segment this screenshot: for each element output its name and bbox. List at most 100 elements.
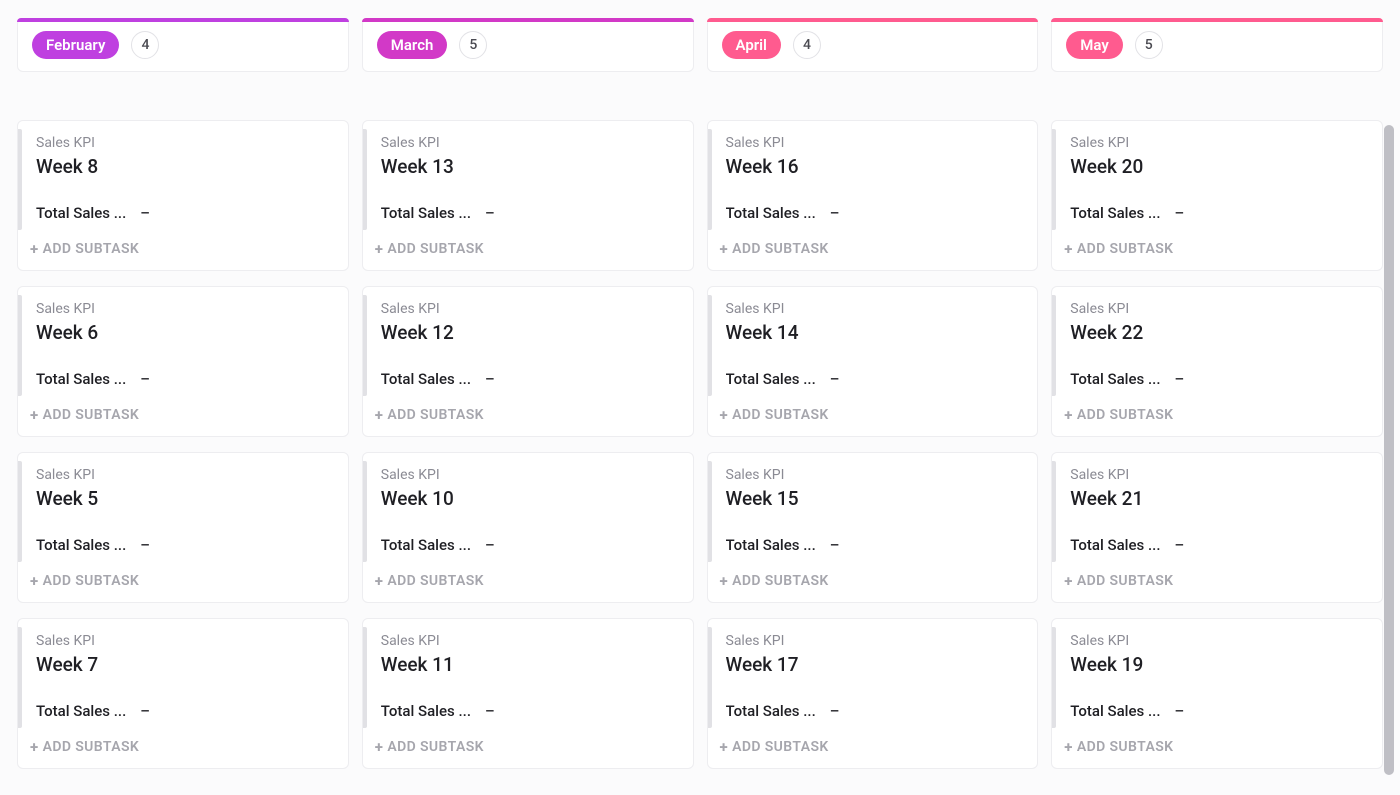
metric-value: – [140,204,150,222]
metric-label: Total Sales ... [1070,204,1160,222]
add-subtask-button[interactable]: +ADD SUBTASK [1052,730,1382,768]
plus-icon: + [30,572,39,590]
month-pill[interactable]: May [1066,31,1123,59]
card-tag: Sales KPI [1070,301,1366,317]
task-card[interactable]: Sales KPIWeek 20Total Sales ...–+ADD SUB… [1051,120,1383,271]
card-content: Sales KPIWeek 20Total Sales ...– [1052,121,1382,232]
card-tag: Sales KPI [381,467,677,483]
metric-value: – [140,370,150,388]
task-card[interactable]: Sales KPIWeek 21Total Sales ...–+ADD SUB… [1051,452,1383,603]
card-tag: Sales KPI [36,301,332,317]
column-header[interactable]: March 5 [362,18,694,72]
task-card[interactable]: Sales KPIWeek 13Total Sales ...–+ADD SUB… [362,120,694,271]
month-pill[interactable]: March [377,31,448,59]
add-subtask-label: ADD SUBTASK [1077,407,1174,423]
add-subtask-button[interactable]: +ADD SUBTASK [18,564,348,602]
metric-row: Total Sales ...– [726,204,1022,222]
metric-row: Total Sales ...– [36,204,332,222]
card-content: Sales KPIWeek 21Total Sales ...– [1052,453,1382,564]
month-pill[interactable]: April [722,31,781,59]
task-card[interactable]: Sales KPIWeek 8Total Sales ...–+ADD SUBT… [17,120,349,271]
plus-icon: + [30,240,39,258]
add-subtask-button[interactable]: +ADD SUBTASK [363,730,693,768]
vertical-scrollbar[interactable] [1384,125,1394,775]
add-subtask-button[interactable]: +ADD SUBTASK [708,730,1038,768]
add-subtask-button[interactable]: +ADD SUBTASK [363,398,693,436]
task-card[interactable]: Sales KPI Week 10 Total Sales ...– +ADD SUB… [362,452,694,603]
add-subtask-label: ADD SUBTASK [43,739,140,755]
metric-label: Total Sales ... [726,204,816,222]
metric-row: Total Sales ...– [381,370,677,388]
card-title: Week 16 [726,155,1022,178]
metric-row: Total Sales ...– [381,702,677,720]
cards-list: Sales KPIWeek 20Total Sales ...–+ADD SUB… [1051,120,1383,769]
metric-row: Total Sales ...– [726,702,1022,720]
add-subtask-button[interactable]: +ADD SUBTASK [708,564,1038,602]
add-subtask-label: ADD SUBTASK [732,241,829,257]
add-subtask-label: ADD SUBTASK [387,573,484,589]
metric-row: Total Sales ...– [381,536,677,554]
add-subtask-button[interactable]: +ADD SUBTASK [18,730,348,768]
task-card[interactable]: Sales KPIWeek 7Total Sales ...–+ADD SUBT… [17,618,349,769]
add-subtask-button[interactable]: +ADD SUBTASK [708,398,1038,436]
add-subtask-button[interactable]: +ADD SUBTASK [1052,398,1382,436]
add-subtask-button[interactable]: +ADD SUBTASK [363,232,693,270]
plus-icon: + [375,572,384,590]
add-subtask-label: ADD SUBTASK [732,407,829,423]
month-pill[interactable]: February [32,31,119,59]
metric-value: – [830,370,840,388]
task-card[interactable]: Sales KPI Week 17 Total Sales ...– +ADD SUB… [707,618,1039,769]
task-card[interactable]: Sales KPIWeek 16Total Sales ...–+ADD SUB… [707,120,1039,271]
add-subtask-button[interactable]: +ADD SUBTASK [1052,564,1382,602]
card-title: Week 15 [726,487,1022,510]
card-tag: Sales KPI [726,633,1022,649]
metric-label: Total Sales ... [381,204,471,222]
column-april: April4Sales KPIWeek 16Total Sales ...–+A… [707,18,1039,777]
card-content: Sales KPIWeek 7Total Sales ...– [18,619,348,730]
add-subtask-button[interactable]: +ADD SUBTASK [1052,232,1382,270]
plus-icon: + [720,572,729,590]
task-card[interactable]: Sales KPIWeek 14Total Sales ...–+ADD SUB… [707,286,1039,437]
metric-row: Total Sales ...– [36,370,332,388]
add-subtask-button[interactable]: +ADD SUBTASK [18,232,348,270]
card-content: Sales KPIWeek 11Total Sales ...– [363,619,693,730]
plus-icon: + [720,240,729,258]
card-title: Week 12 [381,321,677,344]
task-card[interactable]: Sales KPIWeek 19Total Sales ...–+ADD SUB… [1051,618,1383,769]
task-card[interactable]: Sales KPIWeek 12Total Sales ...–+ADD SUB… [362,286,694,437]
metric-label: Total Sales ... [36,702,126,720]
card-accent-bar [18,295,22,396]
add-subtask-button[interactable]: +ADD SUBTASK [363,564,693,602]
column-header[interactable]: April4 [707,18,1039,72]
add-subtask-label: ADD SUBTASK [43,573,140,589]
card-tag: Sales KPI [36,467,332,483]
task-card[interactable]: Sales KPIWeek 11Total Sales ...–+ADD SUB… [362,618,694,769]
card-accent-bar [363,295,367,396]
column-header[interactable]: May5 [1051,18,1383,72]
card-title: Week 13 [381,155,677,178]
metric-label: Total Sales ... [1070,370,1160,388]
metric-value: – [1175,702,1185,720]
task-card[interactable]: Sales KPIWeek 5Total Sales ...–+ADD SUBT… [17,452,349,603]
card-title: Week 10 [381,487,677,510]
metric-value: – [140,536,150,554]
plus-icon: + [30,738,39,756]
card-accent-bar [1052,295,1056,396]
card-content: Sales KPIWeek 13Total Sales ...– [363,121,693,232]
metric-value: – [1175,536,1185,554]
card-count-badge: 5 [459,31,487,59]
task-card[interactable]: Sales KPIWeek 15Total Sales ...–+ADD SUB… [707,452,1039,603]
add-subtask-button[interactable]: +ADD SUBTASK [18,398,348,436]
task-card[interactable]: Sales KPIWeek 22Total Sales ...–+ADD SUB… [1051,286,1383,437]
cards-list: Sales KPI Week 13 Total Sales ...– +ADD SUB… [362,120,694,769]
column-header[interactable]: February4 [17,18,349,72]
task-card[interactable]: Sales KPIWeek 6Total Sales ...–+ADD SUBT… [17,286,349,437]
card-content: Sales KPI Week 10 Total Sales ...– [363,453,693,564]
add-subtask-button[interactable]: +ADD SUBTASK [708,232,1038,270]
add-subtask-label: ADD SUBTASK [43,407,140,423]
card-accent-bar [1052,129,1056,230]
metric-value: – [140,702,150,720]
metric-label: Total Sales ... [726,536,816,554]
card-accent-bar [18,129,22,230]
card-title: Week 17 [726,653,1022,676]
